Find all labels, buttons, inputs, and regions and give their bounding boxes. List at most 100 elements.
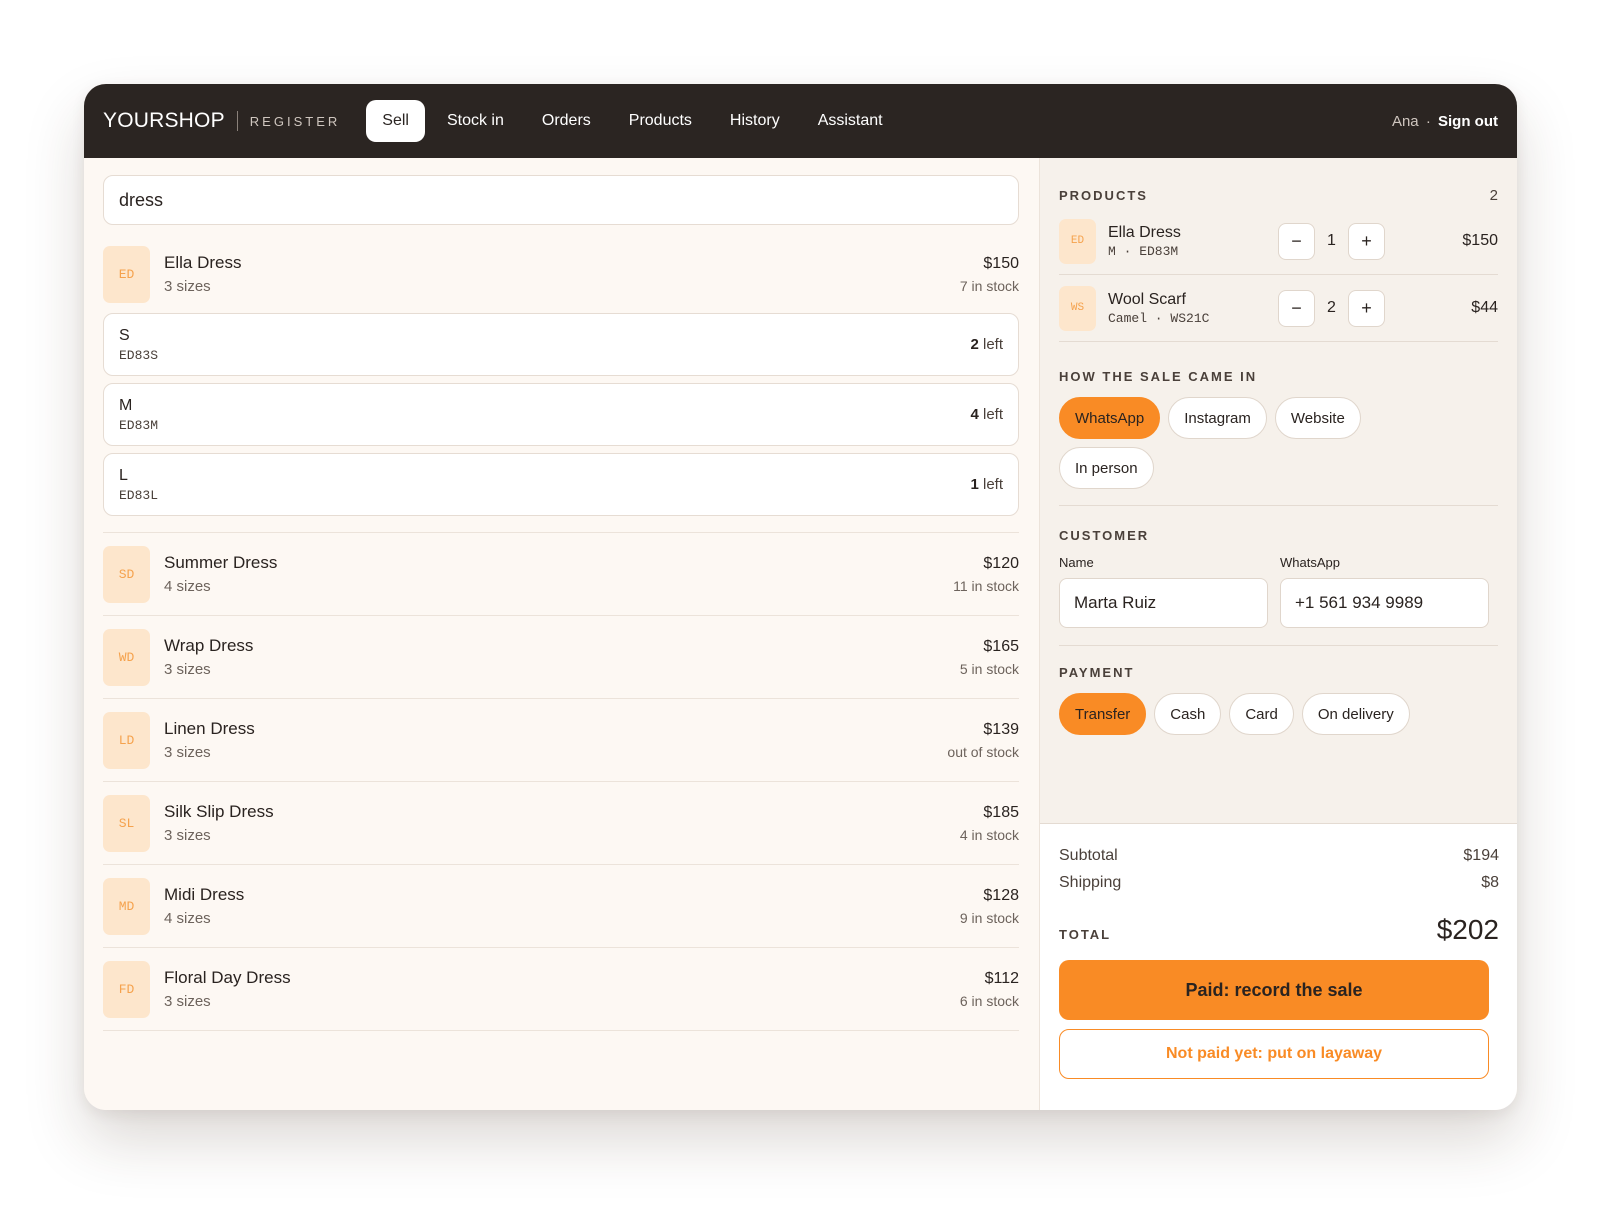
payment-options: Transfer Cash Card On delivery <box>1059 693 1499 735</box>
product-avatar: SL <box>103 794 150 852</box>
product-price: $120 <box>983 554 1019 572</box>
customer-name-field[interactable] <box>1059 578 1268 628</box>
cart-count: 2 <box>1489 187 1498 204</box>
user-separator: · <box>1425 112 1431 130</box>
total-row: TOTAL $202 <box>1059 914 1499 946</box>
channel-website[interactable]: Website <box>1274 397 1361 439</box>
product-price: $165 <box>983 637 1019 655</box>
payment-title: PAYMENT <box>1059 665 1135 680</box>
channel-in-person[interactable]: In person <box>1059 447 1154 489</box>
payment-on-delivery[interactable]: On delivery <box>1301 693 1410 735</box>
quantity-stepper: − 2 + <box>1278 289 1385 327</box>
product-stock: 5 in stock <box>959 660 1019 677</box>
whatsapp-label: WhatsApp <box>1280 555 1340 570</box>
tab-sell[interactable]: Sell <box>366 100 425 142</box>
product-info: Ella Dress 3 sizes <box>164 253 241 295</box>
cart-item-avatar: WS <box>1059 285 1096 331</box>
product-sizes: 4 sizes <box>164 578 211 595</box>
customer-section: CUSTOMER Name WhatsApp <box>1059 506 1498 645</box>
brand-logo[interactable]: YOURSHOP <box>103 109 225 133</box>
payment-transfer[interactable]: Transfer <box>1059 693 1147 735</box>
product-row[interactable]: LD Linen Dress 3 sizes $139 out of stock <box>103 699 1019 782</box>
main-nav: Sell Stock in Orders Products History As… <box>366 100 898 142</box>
product-avatar: WD <box>103 628 150 686</box>
user-name: Ana <box>1391 112 1419 130</box>
product-sizes: 4 sizes <box>164 910 211 927</box>
size-stock-suffix: left <box>978 406 1003 423</box>
name-label: Name <box>1059 555 1094 570</box>
tab-history[interactable]: History <box>714 100 796 142</box>
size-sku: ED83S <box>119 347 159 363</box>
product-stock: 11 in stock <box>953 577 1019 594</box>
tab-stock-in[interactable]: Stock in <box>431 100 520 142</box>
size-stock-suffix: left <box>978 476 1003 493</box>
product-row[interactable]: FD Floral Day Dress 3 sizes $112 6 in stoc… <box>103 948 1019 1031</box>
size-option-m[interactable]: M ED83M 4 left <box>103 383 1019 446</box>
total-label: TOTAL <box>1059 927 1112 942</box>
sign-out-link[interactable]: Sign out <box>1438 113 1498 130</box>
product-price: $150 <box>983 254 1019 272</box>
product-sizes: 3 sizes <box>164 661 211 678</box>
product-row[interactable]: WD Wrap Dress 3 sizes $165 5 in stock <box>103 616 1019 699</box>
product-meta: $150 7 in stock <box>960 255 1019 294</box>
size-stock-count: 2 <box>970 336 979 353</box>
payment-section: PAYMENT Transfer Cash Card On delivery <box>1059 646 1498 735</box>
user-area: Ana · Sign out <box>1392 113 1498 130</box>
order-summary: Subtotal $194 Shipping $8 TOTAL $202 Pai… <box>1040 823 1517 1110</box>
cart-item-sku: Camel · WS21C <box>1108 310 1210 326</box>
sale-channel-title: HOW THE SALE CAME IN <box>1059 369 1258 384</box>
layaway-button[interactable]: Not paid yet: put on layaway <box>1059 1029 1489 1079</box>
product-sizes: 3 sizes <box>164 827 211 844</box>
channel-instagram[interactable]: Instagram <box>1168 397 1267 439</box>
size-stock: 2 left <box>970 336 1003 353</box>
cart-item-price: $44 <box>1471 299 1498 316</box>
product-name: Summer Dress <box>164 553 278 572</box>
product-name: Silk Slip Dress <box>164 802 274 821</box>
tab-assistant[interactable]: Assistant <box>802 100 899 142</box>
size-stock-count: 1 <box>970 476 979 493</box>
product-stock: 6 in stock <box>959 992 1019 1009</box>
subtotal-value: $194 <box>1463 847 1499 864</box>
product-row[interactable]: MD Midi Dress 4 sizes $128 9 in stock <box>103 865 1019 948</box>
product-row[interactable]: SL Silk Slip Dress 3 sizes $185 4 in stock <box>103 782 1019 865</box>
cart-header: PRODUCTS 2 <box>1059 158 1498 208</box>
product-row-ella-dress[interactable]: ED Ella Dress 3 sizes $150 7 in stock <box>103 235 1019 313</box>
search-input[interactable] <box>103 175 1019 225</box>
product-row[interactable]: SD Summer Dress 4 sizes $120 11 in stock <box>103 533 1019 616</box>
product-name: Ella Dress <box>164 253 242 272</box>
cart-item-sku: M · ED83M <box>1108 243 1179 259</box>
shipping-value: $8 <box>1481 874 1499 891</box>
shipping-row: Shipping $8 <box>1059 869 1499 896</box>
customer-title: CUSTOMER <box>1059 528 1150 543</box>
decrease-quantity-button[interactable]: − <box>1278 289 1315 327</box>
size-option-l[interactable]: L ED83L 1 left <box>103 453 1019 516</box>
cart-item-price: $150 <box>1462 232 1498 249</box>
top-bar: YOURSHOP REGISTER Sell Stock in Orders P… <box>84 84 1517 158</box>
product-price: $112 <box>984 969 1019 987</box>
tab-products[interactable]: Products <box>613 100 708 142</box>
sale-channel-section: HOW THE SALE CAME IN WhatsApp Instagram … <box>1059 342 1498 505</box>
payment-card[interactable]: Card <box>1229 693 1294 735</box>
product-stock: 7 in stock <box>959 277 1019 294</box>
decrease-quantity-button[interactable]: − <box>1278 222 1315 260</box>
product-avatar: FD <box>103 960 150 1018</box>
product-name: Floral Day Dress <box>164 968 291 987</box>
payment-cash[interactable]: Cash <box>1154 693 1222 735</box>
size-stock-count: 4 <box>970 406 979 423</box>
size-stock-suffix: left <box>978 336 1003 353</box>
cart-title: PRODUCTS <box>1059 188 1148 203</box>
product-name: Midi Dress <box>164 885 245 904</box>
record-sale-button[interactable]: Paid: record the sale <box>1059 960 1489 1020</box>
quantity-stepper: − 1 + <box>1278 222 1385 260</box>
increase-quantity-button[interactable]: + <box>1348 289 1385 327</box>
product-sizes: 3 sizes <box>164 993 211 1010</box>
product-search-pane: ED Ella Dress 3 sizes $150 7 in stock S … <box>84 158 1039 1110</box>
product-stock: 4 in stock <box>959 826 1019 843</box>
customer-whatsapp-field[interactable] <box>1280 578 1489 628</box>
increase-quantity-button[interactable]: + <box>1348 222 1385 260</box>
size-option-s[interactable]: S ED83S 2 left <box>103 313 1019 376</box>
product-name: Linen Dress <box>164 719 255 738</box>
channel-whatsapp[interactable]: WhatsApp <box>1059 397 1161 439</box>
tab-orders[interactable]: Orders <box>526 100 607 142</box>
shipping-label: Shipping <box>1059 874 1122 891</box>
